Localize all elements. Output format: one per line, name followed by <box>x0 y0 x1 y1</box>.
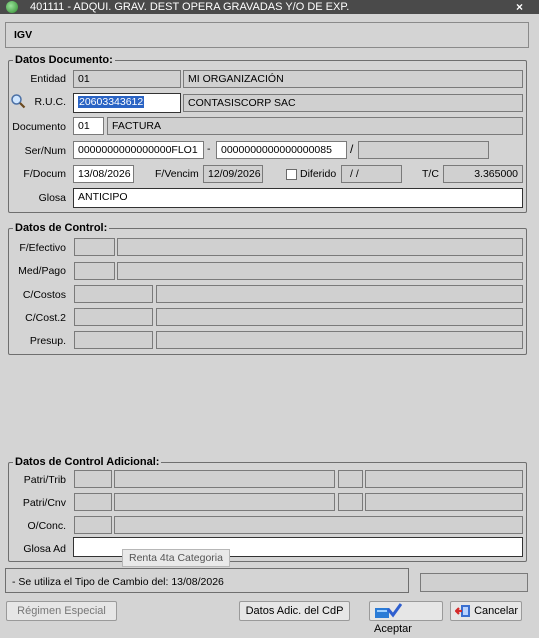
search-icon[interactable] <box>10 93 26 109</box>
patricnv-code[interactable] <box>74 493 112 511</box>
serie-input[interactable]: 0000000000000000FLO1 <box>73 141 204 159</box>
oconc-label: O/Conc. <box>27 520 66 532</box>
fdocum-label: F/Docum <box>23 168 66 180</box>
cancelar-label: Cancelar <box>474 605 519 618</box>
ccostos-code[interactable] <box>74 285 153 303</box>
ccost2-desc <box>156 308 523 326</box>
presup-desc <box>156 331 523 349</box>
entidad-code[interactable]: 01 <box>73 70 181 88</box>
presup-label: Presup. <box>29 335 66 347</box>
accept-icon <box>374 603 403 619</box>
numero-slash: / <box>350 142 354 156</box>
cancelar-button[interactable]: Cancelar <box>450 601 522 621</box>
extra-number[interactable] <box>358 141 489 159</box>
ccostos-label: C/Costos <box>22 289 66 301</box>
status-message: - Se utiliza el Tipo de Cambio del: 13/0… <box>12 576 224 588</box>
regimen-especial-button[interactable]: Régimen Especial <box>6 601 117 621</box>
sernum-label: Ser/Num <box>24 145 66 157</box>
patricnv-label: Patri/Cnv <box>22 497 66 509</box>
fvencim-input[interactable]: 12/09/2026 <box>203 165 263 183</box>
ruc-label: R.U.C. <box>34 96 67 108</box>
numero-input[interactable]: 0000000000000000085 <box>216 141 347 159</box>
adicional-legend: Datos de Control Adicional: <box>13 456 162 468</box>
fefectivo-label: F/Efectivo <box>19 242 66 254</box>
tc-value: 3.365000 <box>443 165 523 183</box>
medpago-code[interactable] <box>74 262 115 280</box>
ccost2-label: C/Cost.2 <box>25 312 66 324</box>
glosa-input[interactable]: ANTICIPO <box>73 188 523 208</box>
control-legend: Datos de Control: <box>13 222 110 234</box>
documento-name: FACTURA <box>107 117 523 135</box>
patritrib-desc <box>114 470 335 488</box>
aceptar-label: Aceptar <box>374 623 412 636</box>
window-title: 401111 - ADQUI. GRAV. DEST OPERA GRAVADA… <box>30 1 350 13</box>
fvencim-label: F/Vencim <box>155 168 199 180</box>
tax-header: IGV <box>5 22 529 48</box>
serie-dash: - <box>207 143 211 155</box>
patritrib-desc2 <box>365 470 523 488</box>
diferido-date[interactable]: / / <box>341 165 402 183</box>
app-icon <box>6 1 18 13</box>
patricnv-desc <box>114 493 335 511</box>
patritrib-label: Patri/Trib <box>23 474 66 486</box>
aceptar-button[interactable]: Aceptar <box>369 601 443 635</box>
medpago-label: Med/Pago <box>18 265 66 277</box>
patricnv-code2[interactable] <box>338 493 363 511</box>
ccost2-code[interactable] <box>74 308 153 326</box>
document-legend: Datos Documento: <box>13 54 115 66</box>
glosa-label: Glosa <box>38 192 66 204</box>
oconc-code[interactable] <box>74 516 112 534</box>
medpago-desc <box>117 262 523 280</box>
entidad-label: Entidad <box>30 73 66 85</box>
datos-adic-button[interactable]: Datos Adic. del CdP <box>239 601 350 621</box>
tooltip: Renta 4ta Categoria <box>122 549 230 567</box>
patricnv-desc2 <box>365 493 523 511</box>
oconc-desc <box>114 516 523 534</box>
status-box: - Se utiliza el Tipo de Cambio del: 13/0… <box>5 568 409 593</box>
ruc-value: 20603343612 <box>78 96 145 108</box>
ruc-name: CONTASISCORP SAC <box>183 94 523 112</box>
cancel-icon <box>454 603 471 619</box>
documento-code[interactable]: 01 <box>73 117 104 135</box>
patritrib-code2[interactable] <box>338 470 363 488</box>
documento-label: Documento <box>12 121 66 133</box>
entidad-name: MI ORGANIZACIÓN <box>183 70 523 88</box>
ccostos-desc <box>156 285 523 303</box>
title-bar: 401111 - ADQUI. GRAV. DEST OPERA GRAVADA… <box>0 0 539 14</box>
status-extra <box>420 573 528 592</box>
tax-label: IGV <box>14 29 33 41</box>
patritrib-code[interactable] <box>74 470 112 488</box>
fdocum-input[interactable]: 13/08/2026 <box>73 165 134 183</box>
close-icon[interactable]: × <box>516 0 523 14</box>
glosaad-label: Glosa Ad <box>23 543 66 555</box>
fefectivo-desc <box>117 238 523 256</box>
fefectivo-code[interactable] <box>74 238 115 256</box>
ruc-input[interactable]: 20603343612 <box>73 93 181 113</box>
presup-code[interactable] <box>74 331 153 349</box>
diferido-checkbox[interactable] <box>286 169 297 180</box>
diferido-label: Diferido <box>300 168 337 180</box>
tc-label: T/C <box>422 168 439 180</box>
